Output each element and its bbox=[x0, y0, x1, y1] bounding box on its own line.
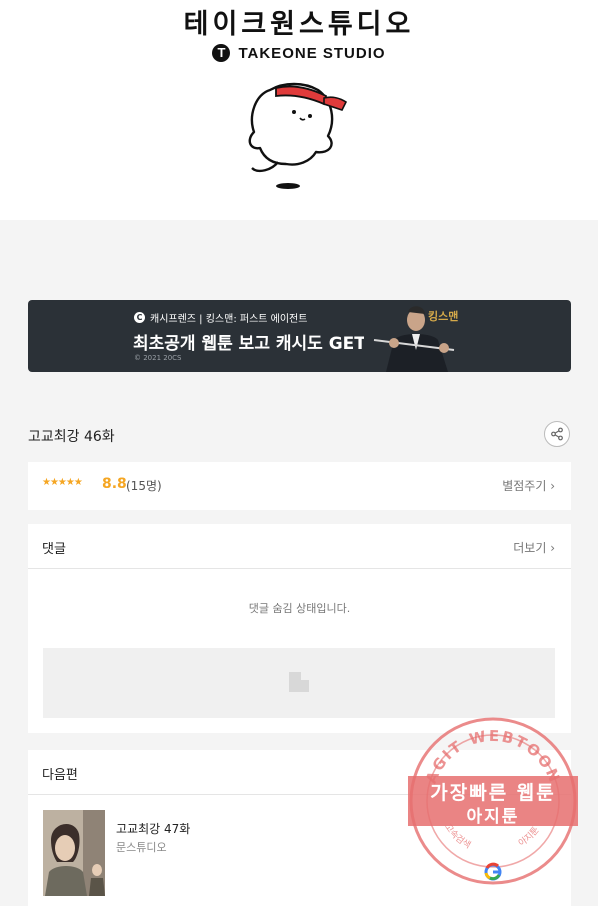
comments-more-link[interactable]: 더보기 › bbox=[513, 539, 555, 556]
studio-logo-mark-icon: T bbox=[212, 44, 231, 62]
comments-card: 댓글 더보기 › 댓글 숨김 상태입니다. bbox=[28, 524, 571, 733]
comments-hidden-note: 댓글 숨김 상태입니다. bbox=[248, 602, 351, 615]
watermark-stamp: AGIT WEBTOON 고속검색 아지툰 가장빠른 웹툰 아지툰 bbox=[408, 716, 578, 886]
comments-title: 댓글 bbox=[42, 542, 66, 557]
rating-count: (15명) bbox=[126, 479, 162, 493]
rate-button[interactable]: 별점주기 › bbox=[502, 477, 555, 494]
banner-brand-text: 캐시프렌즈 | 킹스맨: 퍼스트 에이전트 bbox=[150, 314, 308, 325]
episode-title: 고교최강 46화 bbox=[28, 429, 115, 445]
rating-score: 8.8 bbox=[102, 476, 127, 492]
cashfriends-logo-icon: C bbox=[134, 312, 145, 323]
comments-header: 댓글 더보기 › bbox=[28, 524, 571, 569]
thumbnail-image bbox=[43, 810, 105, 896]
stamp-line1: 가장빠른 웹툰 bbox=[430, 782, 556, 804]
banner-copyright: © 2021 20CS bbox=[134, 354, 182, 362]
rating-card: ★★★★★ 8.8 (15명) 별점주기 › bbox=[28, 462, 571, 510]
ad-placeholder[interactable] bbox=[43, 648, 555, 718]
banner-brand: C 캐시프렌즈 | 킹스맨: 퍼스트 에이전트 bbox=[134, 310, 307, 325]
share-button[interactable] bbox=[544, 421, 570, 447]
next-section-title: 다음편 bbox=[42, 768, 78, 783]
image-placeholder-icon bbox=[289, 672, 309, 692]
studio-name-korean: 테이크원스튜디오 bbox=[183, 9, 415, 40]
studio-logo: T TAKEONE STUDIO bbox=[0, 44, 598, 62]
next-episode-thumbnail[interactable] bbox=[43, 810, 105, 896]
banner-headline: 최초공개 웹툰 보고 캐시도 GET! bbox=[133, 334, 374, 354]
rating-stars: ★★★★★ bbox=[42, 477, 83, 488]
studio-name-english: TAKEONE STUDIO bbox=[238, 44, 386, 62]
next-episode-author: 문스튜디오 bbox=[116, 841, 167, 854]
studio-header-art: 테이크원스튜디오 T TAKEONE STUDIO bbox=[0, 0, 598, 220]
share-icon bbox=[551, 427, 563, 441]
next-episode-title[interactable]: 고교최강 47화 bbox=[116, 820, 190, 837]
stamp-line2: 아지툰 bbox=[466, 807, 520, 827]
mascot-illustration bbox=[248, 82, 348, 189]
banner-movie-title: 킹스맨 bbox=[428, 310, 459, 323]
promo-banner[interactable]: C 캐시프렌즈 | 킹스맨: 퍼스트 에이전트 최초공개 웹툰 보고 캐시도 G… bbox=[28, 300, 571, 372]
